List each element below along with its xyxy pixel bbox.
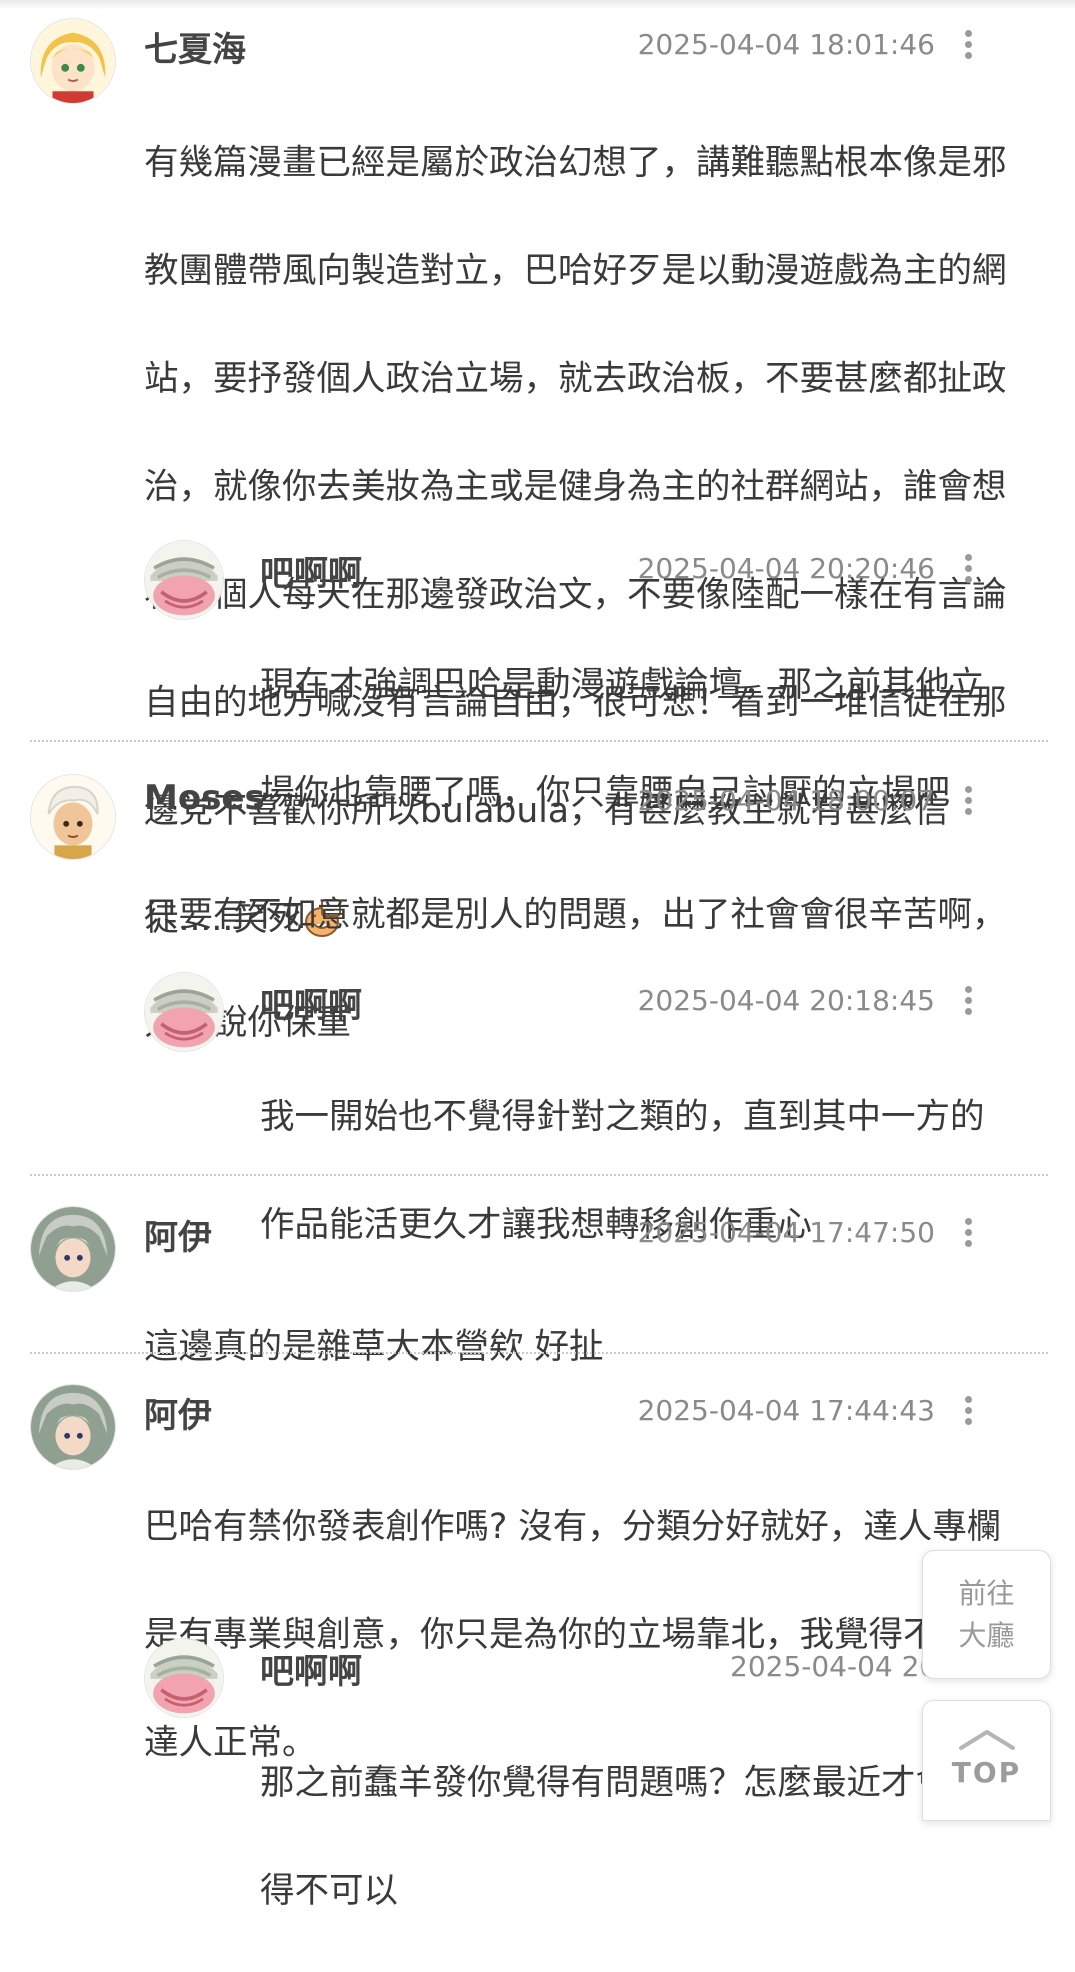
comment-divider	[30, 740, 1048, 742]
comment-author[interactable]: 七夏海	[144, 22, 246, 71]
more-options-icon[interactable]	[963, 1218, 973, 1252]
comment-author[interactable]: 阿伊	[144, 1388, 212, 1437]
avatar[interactable]	[144, 972, 224, 1052]
reply-author[interactable]: 吧啊啊	[260, 1644, 362, 1693]
back-to-top-button[interactable]: TOP	[922, 1700, 1051, 1821]
top-shadow	[0, 0, 1075, 10]
avatar[interactable]	[30, 774, 116, 860]
avatar[interactable]	[144, 540, 224, 620]
more-options-icon[interactable]	[963, 1396, 973, 1430]
more-options-icon[interactable]	[963, 986, 973, 1020]
reply-time: 2025-04-04 20:20:46	[637, 552, 935, 585]
comment-author[interactable]: Moses	[144, 778, 265, 818]
comment-line: 這邊真的是雜草大本營欸 好扯	[144, 1327, 604, 1367]
lobby-label-line1: 前往	[958, 1576, 1015, 1610]
reply-author[interactable]: 吧啊啊	[260, 978, 362, 1027]
more-options-icon[interactable]	[963, 30, 973, 64]
comment-line: 有幾篇漫畫已經是屬於政治幻想了，講難聽點根本像是邪	[144, 143, 1007, 183]
comment-line: 只要有不如意就都是別人的問題，出了社會會很辛苦啊，	[144, 895, 1007, 935]
comment-line: 巴哈有禁你發表創作嗎? 沒有，分類分好就好，達人專欄	[144, 1507, 1002, 1547]
reply-time: 2025-04-04 20:	[730, 1650, 947, 1683]
comment-time: 2025-04-04 18:01:46	[637, 28, 935, 61]
chevron-up-icon	[958, 1729, 1015, 1750]
comment-line: 站，要抒發個人政治立場，就去政治板，不要甚麼都扯政	[144, 359, 1007, 399]
reply-time: 2025-04-04 20:18:45	[637, 984, 935, 1017]
comment-author[interactable]: 阿伊	[144, 1210, 212, 1259]
comment-time: 2025-04-04 18:00:07	[637, 784, 935, 817]
reply-line: 我一開始也不覺得針對之類的，直到其中一方的	[260, 1097, 985, 1137]
top-label: TOP	[951, 1755, 1022, 1789]
avatar[interactable]	[144, 1638, 224, 1718]
reply-line: 得不可以	[260, 1871, 398, 1911]
avatar[interactable]	[30, 18, 116, 104]
more-options-icon[interactable]	[963, 554, 973, 588]
avatar[interactable]	[30, 1384, 116, 1470]
avatar[interactable]	[30, 1206, 116, 1292]
reply-line: 現在才強調巴哈是動漫遊戲論壇，那之前其他立	[260, 665, 985, 705]
comment-divider	[30, 1174, 1048, 1176]
comment-time: 2025-04-04 17:44:43	[637, 1394, 935, 1427]
comment-time: 2025-04-04 17:47:50	[637, 1216, 935, 1249]
comment-divider	[30, 1352, 1048, 1354]
more-options-icon[interactable]	[963, 786, 973, 820]
lobby-label-line2: 大廳	[958, 1618, 1015, 1652]
reply-author[interactable]: 吧啊啊	[260, 546, 362, 595]
comment-line: 教團體帶風向製造對立，巴哈好歹是以動漫遊戲為主的網	[144, 251, 1007, 291]
comment-line: 治，就像你去美妝為主或是健身為主的社群網站，誰會想	[144, 467, 1007, 507]
go-to-lobby-button[interactable]: 前往 大廳	[922, 1550, 1051, 1679]
